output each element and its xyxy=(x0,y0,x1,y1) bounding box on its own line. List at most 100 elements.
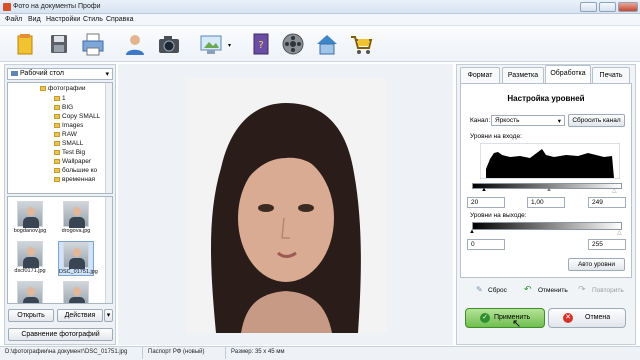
tree-item[interactable]: RAW xyxy=(54,131,77,138)
output-gradient-bar xyxy=(472,222,622,230)
status-divider xyxy=(225,347,226,359)
folder-icon xyxy=(40,85,46,91)
undo-button[interactable]: Отменить xyxy=(538,287,568,294)
save-icon[interactable] xyxy=(44,30,74,58)
input-black-field[interactable]: 20 xyxy=(467,197,505,208)
cancel-button[interactable]: ✕ Отмена xyxy=(548,308,626,328)
folder-icon xyxy=(54,149,60,155)
portrait-photo[interactable] xyxy=(186,78,387,333)
folder-icon xyxy=(54,113,60,119)
channel-select[interactable]: Яркость ▾ xyxy=(491,115,565,126)
thumbnail-scrollbar[interactable] xyxy=(105,197,112,303)
tree-item[interactable]: Test Big xyxy=(54,149,85,156)
reset-button[interactable]: Сброс xyxy=(488,287,507,294)
undo-icon: ↶ xyxy=(524,284,532,294)
folder-icon xyxy=(54,140,60,146)
mouse-cursor-icon: ↖ xyxy=(512,318,522,330)
scan-icon[interactable] xyxy=(196,30,226,58)
folder-tree[interactable]: фотографии 1 BIG Copy SMALL Images RAW S… xyxy=(7,82,113,194)
reset-channel-button[interactable]: Сбросить канал xyxy=(568,114,625,127)
chevron-down-icon[interactable]: ▾ xyxy=(228,42,231,49)
folder-select[interactable]: Рабочий стол ▾ xyxy=(7,68,113,80)
redo-icon: ↷ xyxy=(578,284,586,294)
actions-button[interactable]: Действия xyxy=(57,309,103,322)
menu-file[interactable]: Файл xyxy=(5,16,22,23)
input-white-slider[interactable]: △ xyxy=(612,187,617,194)
output-levels-label: Уровни на выходе: xyxy=(470,212,527,219)
tree-item[interactable]: 1 xyxy=(54,95,66,102)
thumbnail-image xyxy=(17,281,43,303)
chevron-down-icon: ▾ xyxy=(105,71,109,78)
compare-photos-button[interactable]: Сравнение фотографий xyxy=(8,328,113,341)
thumbnail[interactable]: dscf0171.jpg xyxy=(12,241,48,274)
home-icon[interactable] xyxy=(312,30,342,58)
thumbnail-image xyxy=(63,281,89,303)
actions-dropdown-button[interactable]: ▾ xyxy=(104,309,113,322)
maximize-button[interactable] xyxy=(599,2,616,12)
input-gamma-field[interactable]: 1,00 xyxy=(527,197,565,208)
output-black-field[interactable]: 0 xyxy=(467,239,505,250)
brush-icon: ✎ xyxy=(476,285,483,294)
output-black-slider[interactable]: ▲ xyxy=(469,229,475,235)
tree-item[interactable]: Images xyxy=(54,122,83,129)
cart-icon[interactable] xyxy=(346,30,376,58)
thumbnail[interactable] xyxy=(58,281,94,303)
camera-icon[interactable] xyxy=(154,30,184,58)
menu-help[interactable]: Справка xyxy=(106,16,133,23)
input-white-field[interactable]: 249 xyxy=(588,197,626,208)
tab-format[interactable]: Формат xyxy=(460,67,500,83)
tree-item[interactable]: временная xyxy=(54,176,95,183)
thumbnail[interactable] xyxy=(12,281,48,303)
status-document-type: Паспорт РФ (новый) xyxy=(148,349,205,355)
menu-style[interactable]: Стиль xyxy=(83,16,103,23)
tab-processing[interactable]: Обработка xyxy=(545,65,591,84)
tree-item[interactable]: большие ко xyxy=(54,167,97,174)
tree-scrollbar[interactable] xyxy=(105,83,112,193)
input-black-slider[interactable]: ▲ xyxy=(481,187,487,193)
print-icon[interactable] xyxy=(78,30,108,58)
thumbnail[interactable]: bogdanov.jpg xyxy=(12,201,48,234)
apply-button[interactable]: ✓ Применить xyxy=(465,308,545,328)
user-icon[interactable] xyxy=(120,30,150,58)
thumbnail-list: bogdanov.jpg drogova.jpg dscf0171.jpg DS… xyxy=(7,196,113,304)
thumbnail-image xyxy=(63,242,89,269)
thumbnail-selected[interactable]: DSC_01751.jpg xyxy=(58,241,98,276)
book-icon[interactable]: ? xyxy=(246,30,276,58)
redo-button[interactable]: Повторить xyxy=(592,287,624,294)
menu-bar: Файл Вид Настройки Стиль Справка xyxy=(0,14,640,26)
folder-icon xyxy=(54,167,60,173)
folder-select-value: Рабочий стол xyxy=(20,70,64,77)
close-button[interactable] xyxy=(618,2,638,12)
status-divider xyxy=(142,347,143,359)
tree-item[interactable]: Wallpaper xyxy=(54,158,91,165)
tab-layout[interactable]: Разметка xyxy=(502,67,544,83)
window-title: Фото на документы Профи xyxy=(13,3,101,10)
tree-item[interactable]: Copy SMALL xyxy=(54,113,100,120)
tree-item[interactable]: фотографии xyxy=(40,85,86,92)
output-white-slider[interactable]: △ xyxy=(617,229,622,236)
folder-icon xyxy=(54,104,60,110)
tab-print[interactable]: Печать xyxy=(592,67,630,83)
output-white-field[interactable]: 255 xyxy=(588,239,626,250)
status-file-path: D:\фотографии\на документ\DSC_01751.jpg xyxy=(5,349,128,355)
auto-levels-button[interactable]: Авто уровни xyxy=(568,258,625,271)
input-gamma-slider[interactable]: ▲ xyxy=(546,187,552,193)
film-icon[interactable] xyxy=(278,30,308,58)
minimize-button[interactable] xyxy=(580,2,597,12)
menu-view[interactable]: Вид xyxy=(28,16,41,23)
tree-item[interactable]: BIG xyxy=(54,104,73,111)
menu-settings[interactable]: Настройки xyxy=(46,16,80,23)
open-icon[interactable] xyxy=(10,30,40,58)
tree-item[interactable]: SMALL xyxy=(54,140,83,147)
open-button[interactable]: Открыть xyxy=(8,309,54,322)
folder-icon xyxy=(54,122,60,128)
thumbnail[interactable]: drogova.jpg xyxy=(58,201,94,234)
close-icon: ✕ xyxy=(563,313,573,323)
folder-icon xyxy=(11,70,18,76)
channel-select-value: Яркость xyxy=(495,117,520,124)
thumbnail-image xyxy=(17,201,43,228)
thumbnail-image xyxy=(63,201,89,228)
folder-icon xyxy=(54,131,60,137)
folder-icon xyxy=(54,95,60,101)
svg-text:?: ? xyxy=(258,40,263,51)
